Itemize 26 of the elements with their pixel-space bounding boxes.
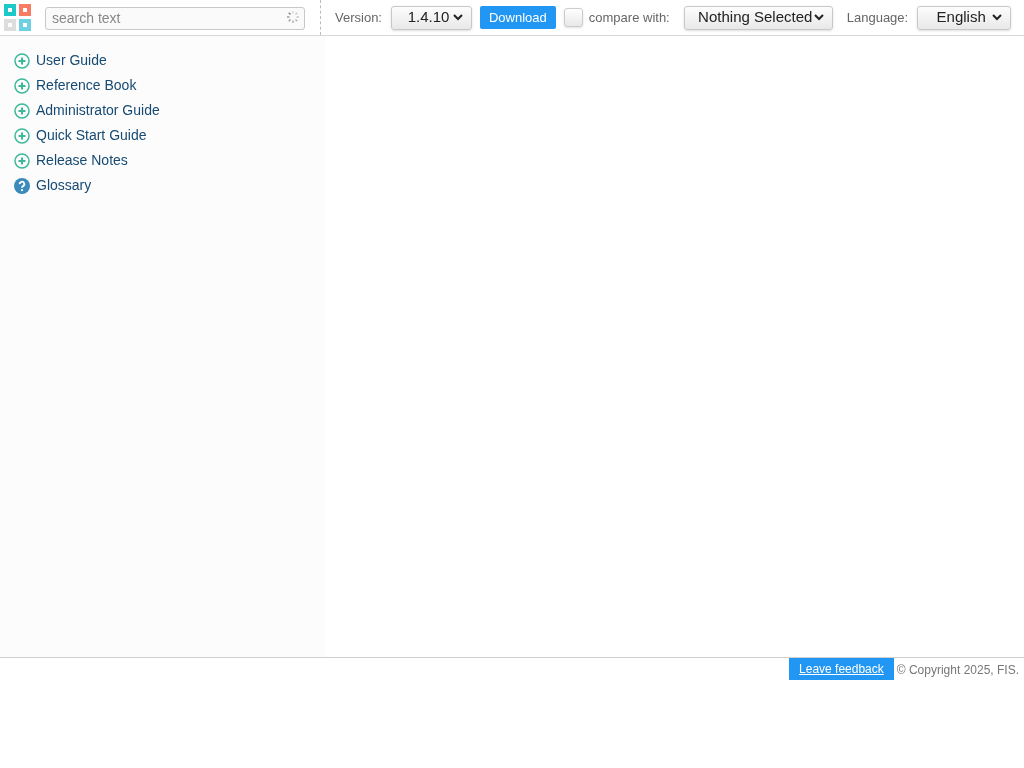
chevron-down-icon [813,14,824,21]
logo-icon [4,3,32,32]
language-label: Language: [846,8,909,27]
compare-checkbox[interactable] [563,8,583,27]
sidebar-item[interactable]: User Guide [36,50,107,71]
dropdown[interactable]: Nothing Selected [683,5,833,30]
plus-circle-icon[interactable] [14,102,30,119]
sidebar-item[interactable]: Administrator Guide [36,100,160,121]
dropdown[interactable]: English [917,5,1012,30]
help-icon [14,177,30,194]
loading-spinner-icon [286,10,300,24]
copyright-text: © Copyright 2025, FIS. [896,662,1019,679]
chevron-down-icon [992,14,1003,21]
search-field[interactable]: search text [45,6,305,30]
sidebar-item[interactable]: Quick Start Guide [36,125,147,146]
plus-circle-icon[interactable] [14,77,30,94]
sidebar-item[interactable]: Glossary [36,175,92,196]
dropdown[interactable]: 1.4.10 [391,5,472,30]
sidebar-item[interactable]: Release Notes [36,150,128,171]
compare-label: compare with: [588,8,670,27]
sidebar-item[interactable]: Reference Book [36,75,137,96]
plus-circle-icon[interactable] [14,127,30,144]
plus-circle-icon[interactable] [14,152,30,169]
plus-circle-icon[interactable] [14,52,30,69]
chevron-down-icon [453,14,463,21]
version-label: Version: [335,8,382,27]
